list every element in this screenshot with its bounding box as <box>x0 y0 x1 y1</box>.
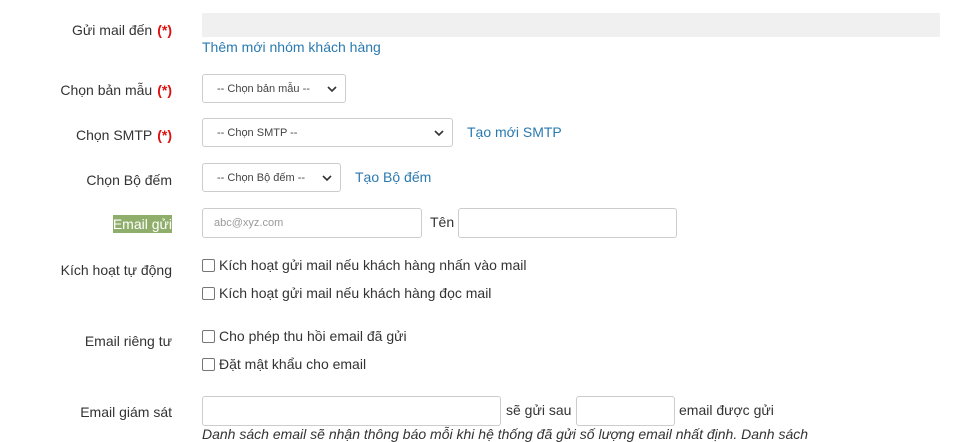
add-customer-group-link[interactable]: Thêm mới nhóm khách hàng <box>202 39 381 55</box>
set-password-checkbox[interactable] <box>202 357 215 371</box>
monitor-count-input[interactable] <box>576 396 675 426</box>
chevron-down-icon <box>434 129 444 136</box>
create-smtp-link[interactable]: Tạo mới SMTP <box>467 124 562 140</box>
counter-select-value: -- Chọn Bộ đếm -- <box>217 171 306 184</box>
sender-name-input[interactable] <box>458 208 677 238</box>
required-marker: (*) <box>157 82 172 98</box>
send-after-label: sẽ gửi sau <box>506 402 572 418</box>
chevron-down-icon <box>322 174 332 181</box>
recipients-label: Gửi mail đến (*) <box>72 22 172 38</box>
smtp-label: Chọn SMTP (*) <box>75 127 172 143</box>
set-password-option[interactable]: Đặt mật khẩu cho email <box>202 356 366 372</box>
smtp-select-value: -- Chọn SMTP -- <box>217 126 298 139</box>
allow-recall-option[interactable]: Cho phép thu hồi email đã gửi <box>202 328 407 344</box>
auto-activate-on-click-option[interactable]: Kích hoạt gửi mail nếu khách hàng nhấn v… <box>202 257 526 273</box>
monitor-email-label: Email giám sát <box>80 404 172 420</box>
sender-email-label: Email gửi <box>112 215 172 233</box>
sender-email-input[interactable] <box>202 208 422 238</box>
create-counter-link[interactable]: Tạo Bộ đếm <box>355 169 431 185</box>
required-marker: (*) <box>157 22 172 38</box>
recipients-field[interactable] <box>202 13 940 37</box>
auto-activate-on-click-checkbox[interactable] <box>202 258 215 272</box>
emails-sent-label: email được gửi <box>679 402 774 418</box>
smtp-select[interactable]: -- Chọn SMTP -- <box>202 118 453 147</box>
sender-name-label: Tên <box>430 214 455 230</box>
auto-activate-label: Kích hoạt tự động <box>60 262 172 278</box>
template-select[interactable]: -- Chọn bản mẫu -- <box>202 74 346 103</box>
auto-activate-on-read-checkbox[interactable] <box>202 286 215 300</box>
privacy-label: Email riêng tư <box>84 333 172 349</box>
counter-label: Chọn Bộ đếm <box>86 172 172 188</box>
auto-activate-on-read-option[interactable]: Kích hoạt gửi mail nếu khách hàng đọc ma… <box>202 285 491 301</box>
required-marker: (*) <box>157 127 172 143</box>
chevron-down-icon <box>327 85 337 92</box>
counter-select[interactable]: -- Chọn Bộ đếm -- <box>202 163 341 192</box>
allow-recall-checkbox[interactable] <box>202 329 215 343</box>
template-label: Chọn bản mẫu (*) <box>60 82 172 98</box>
monitor-email-input[interactable] <box>202 396 501 426</box>
template-select-value: -- Chọn bản mẫu -- <box>217 82 310 95</box>
